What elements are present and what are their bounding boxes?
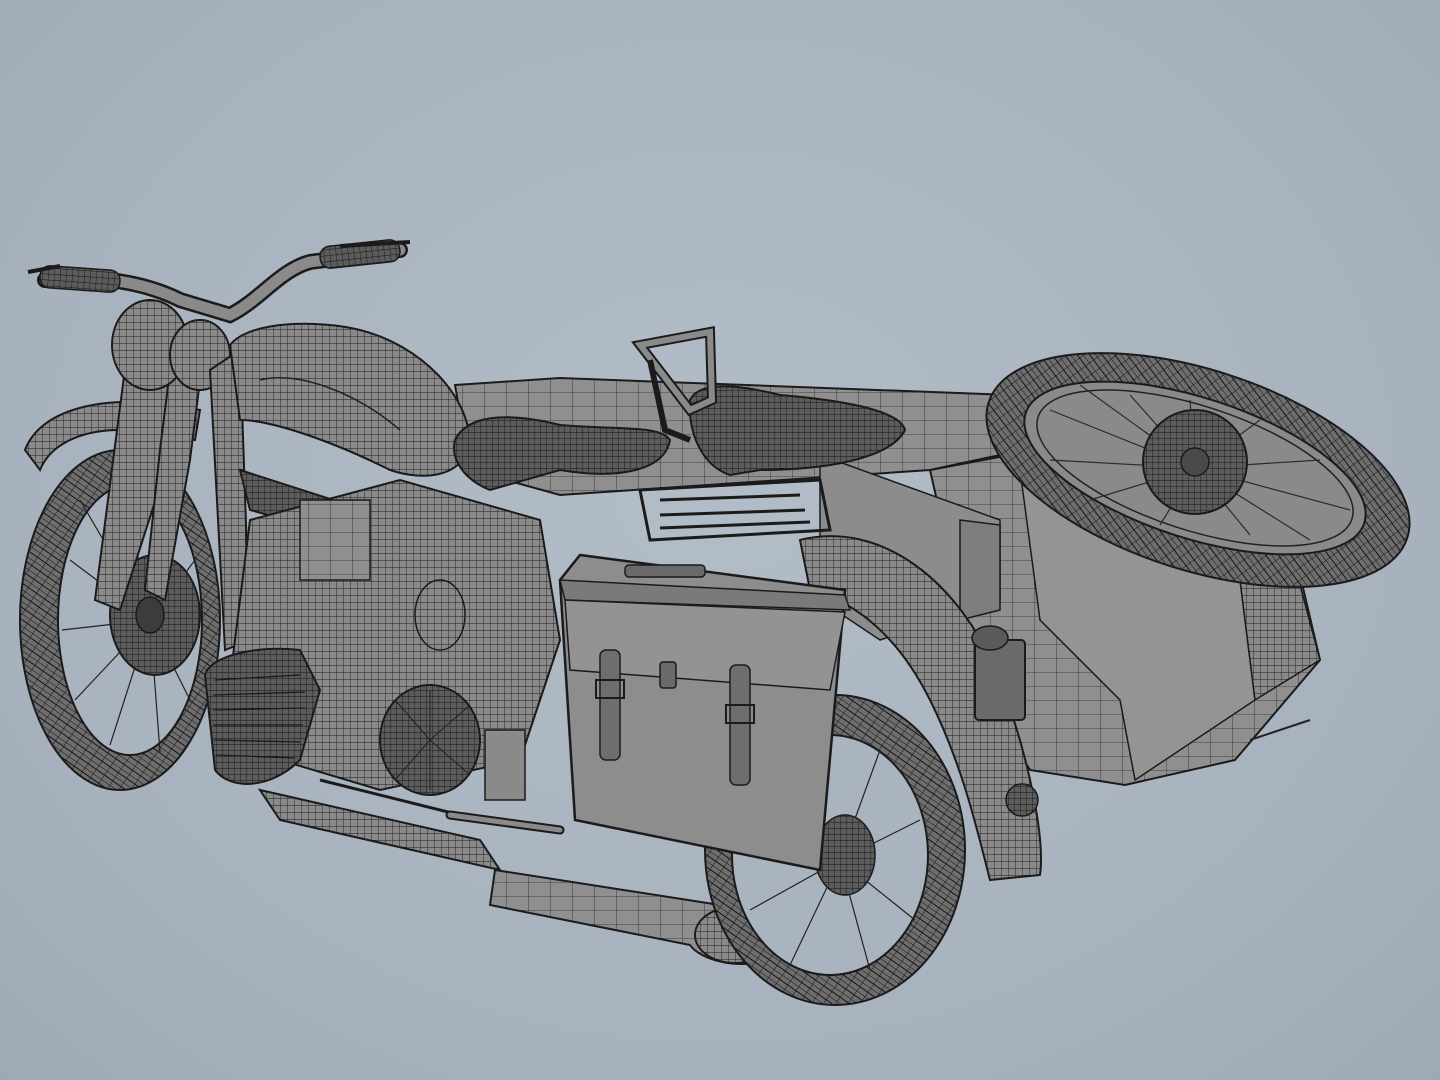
motorcycle-sidecar-wireframe-model: [19, 239, 1411, 1006]
saddlebag-handle: [624, 564, 706, 578]
saddlebag-strap-left: [595, 649, 625, 761]
render-viewport: [0, 0, 1440, 1080]
fuel-tank: [228, 322, 472, 477]
handlebars: [27, 239, 411, 324]
tail-light: [971, 625, 1026, 721]
saddlebag: [558, 553, 852, 872]
saddlebag-clasp: [659, 661, 677, 689]
tail-light-reflector: [1005, 783, 1039, 817]
saddlebag-strap-right: [725, 664, 755, 786]
luggage-rack: [638, 478, 832, 542]
